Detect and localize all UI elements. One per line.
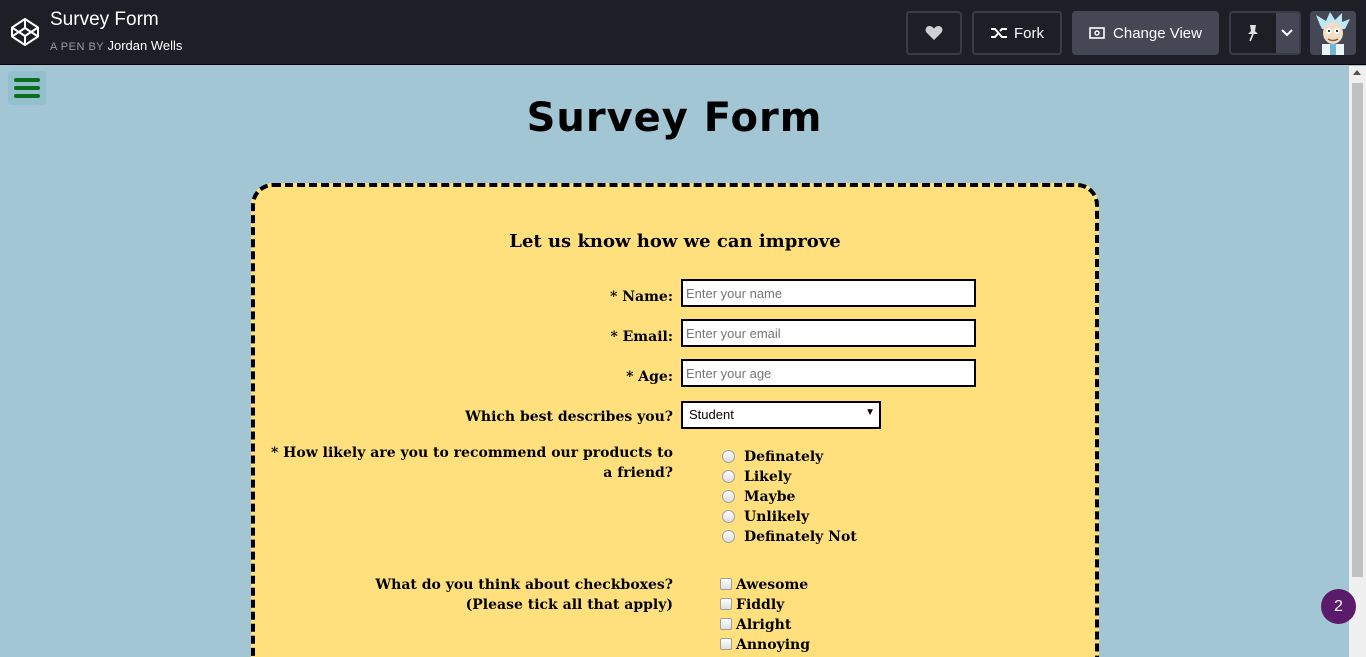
scroll-thumb[interactable] (1352, 83, 1363, 577)
layout-icon (1089, 27, 1105, 39)
like-button[interactable] (906, 11, 962, 55)
radio-label: Unlikely (744, 509, 810, 525)
pin-icon-wrap[interactable] (1231, 13, 1276, 53)
scroll-up-arrow-icon[interactable] (1353, 70, 1361, 75)
radio-label: Definately (744, 449, 824, 465)
role-select-value: Student (689, 407, 734, 422)
name-label: * Name: (610, 289, 673, 305)
email-input[interactable] (681, 319, 976, 347)
checkbox-fiddly[interactable] (720, 598, 732, 610)
checkbox-annoying[interactable] (720, 638, 732, 650)
form-heading: Let us know how we can improve (509, 231, 841, 252)
hamburger-line (14, 78, 40, 82)
pen-by-prefix: A PEN BY (50, 41, 104, 53)
checkbox-awesome[interactable] (720, 578, 732, 590)
age-label: * Age: (626, 369, 673, 385)
codepen-logo-icon[interactable] (10, 17, 40, 47)
avatar[interactable] (1310, 11, 1356, 55)
recommend-label-line1: * How likely are you to recommend our pr… (270, 445, 673, 461)
checkbox-label: Fiddly (736, 597, 785, 613)
pin-dropdown-toggle[interactable] (1275, 13, 1299, 53)
radio-label: Likely (744, 469, 792, 485)
pin-icon (1248, 25, 1259, 42)
pin-button[interactable] (1229, 11, 1301, 55)
radio-definately-not[interactable] (722, 530, 735, 543)
checkbox-label: Annoying (736, 637, 810, 653)
radio-label: Definately Not (744, 529, 857, 545)
checkbox-question-line2: (Please tick all that apply) (465, 597, 673, 613)
recommend-label-line2: a friend? (603, 465, 673, 481)
name-input[interactable] (681, 279, 976, 307)
page-title: Survey Form (526, 95, 823, 141)
checkbox-label: Alright (736, 617, 792, 633)
checkbox-label: Awesome (736, 577, 809, 593)
checkbox-alright[interactable] (720, 618, 732, 630)
change-view-label: Change View (1113, 24, 1202, 42)
radio-unlikely[interactable] (722, 510, 735, 523)
role-select[interactable]: Student ▼ (681, 401, 881, 429)
fork-label: Fork (1014, 24, 1044, 42)
user-avatar-icon (1316, 12, 1350, 55)
checkbox-question-line1: What do you think about checkboxes? (375, 577, 673, 593)
heart-icon (925, 26, 943, 40)
radio-label: Maybe (744, 489, 796, 505)
email-label: * Email: (610, 329, 673, 345)
notification-badge[interactable]: 2 (1321, 589, 1356, 624)
chevron-down-icon (1281, 29, 1294, 37)
change-view-button[interactable]: Change View (1072, 11, 1219, 55)
hamburger-line (14, 86, 40, 90)
top-bar: Survey Form A PEN BY Jordan Wells Fork C… (0, 0, 1366, 65)
radio-maybe[interactable] (722, 490, 735, 503)
fork-button[interactable]: Fork (972, 11, 1062, 55)
vertical-scrollbar[interactable] (1349, 66, 1366, 657)
survey-form: Let us know how we can improve * Name: *… (251, 183, 1099, 657)
author-link[interactable]: Jordan Wells (108, 38, 183, 53)
radio-definately[interactable] (722, 450, 735, 463)
pen-by-line: A PEN BY Jordan Wells (50, 38, 182, 53)
describe-label: Which best describes you? (465, 409, 673, 425)
dropdown-arrow-icon: ▼ (865, 407, 875, 418)
age-input[interactable] (681, 359, 976, 387)
pen-title[interactable]: Survey Form (50, 9, 159, 31)
fork-icon (991, 28, 1007, 38)
radio-likely[interactable] (722, 470, 735, 483)
